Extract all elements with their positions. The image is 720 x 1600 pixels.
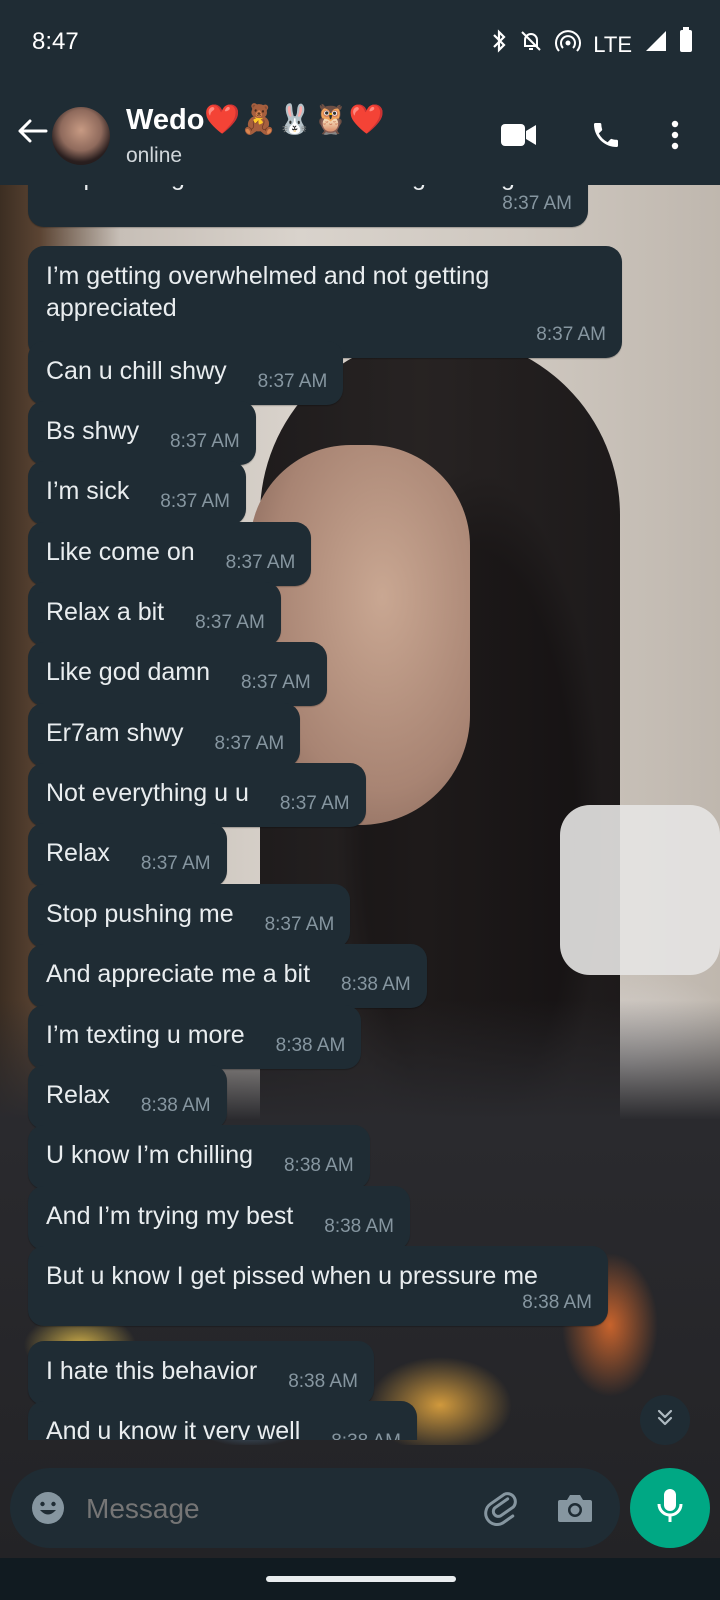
emoji-icon[interactable]: [30, 1490, 66, 1531]
message-time: 8:37 AM: [140, 853, 211, 874]
attachment-icon[interactable]: [482, 1488, 522, 1533]
network-label: LTE: [593, 31, 632, 57]
camera-icon[interactable]: [556, 1490, 594, 1531]
message-bubble[interactable]: Not everything u u 8:37 AM: [28, 763, 366, 827]
message-time: 8:37 AM: [264, 914, 335, 935]
message-list[interactable]: Stop making me feel like I'm doing nothi…: [0, 185, 720, 1440]
bluetooth-icon: [491, 28, 507, 61]
message-text: And I’m trying my best: [46, 1202, 294, 1230]
message-time: 8:37 AM: [195, 612, 265, 633]
message-time: 8:38 AM: [288, 1371, 358, 1392]
message-text: U know I’m chilling: [46, 1141, 254, 1169]
message-text: I’m sick: [46, 477, 130, 505]
message-time: 8:37 AM: [257, 371, 328, 392]
contact-name[interactable]: Wedo❤️🧸🐰🦉❤️: [126, 103, 385, 137]
message-text: Stop pushing me: [46, 900, 234, 928]
double-chevron-down-icon: [654, 1407, 676, 1434]
message-text: Er7am shwy: [46, 719, 184, 747]
message-text: And appreciate me a bit: [46, 960, 311, 988]
message-bubble[interactable]: And u know it very well 8:38 AM: [28, 1401, 417, 1440]
message-bubble[interactable]: Relax 8:38 AM: [28, 1065, 227, 1129]
message-time: 8:38 AM: [283, 1155, 354, 1176]
home-gesture-bar[interactable]: [266, 1576, 456, 1582]
message-text: But u know I get pissed when u pressure …: [46, 1262, 538, 1290]
bell-off-icon: [519, 29, 543, 60]
message-bubble[interactable]: Relax a bit 8:37 AM: [28, 582, 281, 646]
message-time: 8:37 AM: [160, 491, 230, 512]
battery-icon: [680, 27, 692, 59]
message-time: 8:37 AM: [502, 193, 572, 214]
message-time: 8:38 AM: [140, 1095, 211, 1116]
video-call-icon[interactable]: [500, 121, 538, 154]
chat-header: Wedo❤️🧸🐰🦉❤️ online: [0, 95, 720, 175]
message-bubble[interactable]: U know I’m chilling 8:38 AM: [28, 1125, 370, 1189]
message-bubble[interactable]: Relax 8:37 AM: [28, 823, 227, 887]
hotspot-icon: [555, 29, 582, 60]
message-time: 8:38 AM: [324, 1216, 394, 1237]
message-text: I hate this behavior: [46, 1357, 258, 1385]
message-bubble[interactable]: Stop pushing me 8:37 AM: [28, 884, 351, 948]
voice-message-button[interactable]: [630, 1468, 710, 1548]
message-composer[interactable]: [10, 1468, 620, 1548]
message-time: 8:37 AM: [240, 672, 311, 693]
back-arrow-icon[interactable]: [14, 113, 50, 149]
message-text: Relax: [46, 1081, 110, 1109]
message-text: Can u chill shwy: [46, 357, 227, 385]
system-nav-bar: [0, 1558, 720, 1600]
more-options-icon[interactable]: [670, 119, 680, 156]
status-icons: LTE: [491, 27, 692, 61]
scroll-to-bottom-button[interactable]: [640, 1395, 690, 1445]
message-text: Like god damn: [46, 658, 211, 686]
contact-avatar[interactable]: [52, 107, 110, 165]
message-input[interactable]: [84, 1492, 468, 1526]
message-text: Like come on: [46, 538, 195, 566]
message-time: 8:37 AM: [225, 552, 296, 573]
message-bubble[interactable]: Stop making me feel like I'm doing nothi…: [28, 185, 588, 227]
message-time: 8:37 AM: [214, 733, 285, 754]
voice-call-icon[interactable]: [590, 119, 622, 156]
microphone-icon: [655, 1487, 685, 1530]
message-time: 8:37 AM: [170, 431, 240, 452]
message-bubble[interactable]: I’m texting u more 8:38 AM: [28, 1005, 362, 1069]
message-bubble[interactable]: And appreciate me a bit 8:38 AM: [28, 944, 427, 1008]
status-bar: 8:47 LTE: [0, 0, 720, 90]
message-bubble[interactable]: I hate this behavior 8:38 AM: [28, 1341, 374, 1405]
message-bubble[interactable]: I’m sick 8:37 AM: [28, 461, 246, 525]
message-bubble[interactable]: Er7am shwy 8:37 AM: [28, 703, 301, 767]
message-text: Relax: [46, 839, 110, 867]
message-bubble[interactable]: Like come on 8:37 AM: [28, 522, 312, 586]
message-text: Relax a bit: [46, 598, 165, 626]
top-bar: 8:47 LTE Wedo❤️🧸🐰🦉❤️ online: [0, 0, 720, 185]
message-bubble[interactable]: But u know I get pissed when u pressure …: [28, 1246, 608, 1326]
message-text: Bs shwy: [46, 417, 140, 445]
message-text: Not everything u u: [46, 779, 249, 807]
message-text: I’m texting u more: [46, 1021, 245, 1049]
message-text: Stop making me feel like I'm doing nothi…: [46, 185, 572, 193]
message-time: 8:38 AM: [275, 1035, 346, 1056]
status-time: 8:47: [32, 28, 79, 55]
message-bubble[interactable]: Can u chill shwy 8:37 AM: [28, 341, 344, 405]
message-time: 8:37 AM: [279, 793, 350, 814]
message-text: And u know it very well: [46, 1417, 301, 1440]
signal-icon: [644, 29, 668, 60]
message-time: 8:38 AM: [341, 974, 411, 995]
message-bubble[interactable]: Like god damn 8:37 AM: [28, 642, 327, 706]
contact-status: online: [126, 144, 183, 167]
message-bubble[interactable]: And I’m trying my best 8:38 AM: [28, 1186, 410, 1250]
message-bubble[interactable]: Bs shwy 8:37 AM: [28, 401, 256, 465]
message-time: 8:38 AM: [331, 1431, 401, 1440]
message-text: I’m getting overwhelmed and not getting …: [46, 262, 490, 322]
message-time: 8:38 AM: [522, 1292, 592, 1313]
